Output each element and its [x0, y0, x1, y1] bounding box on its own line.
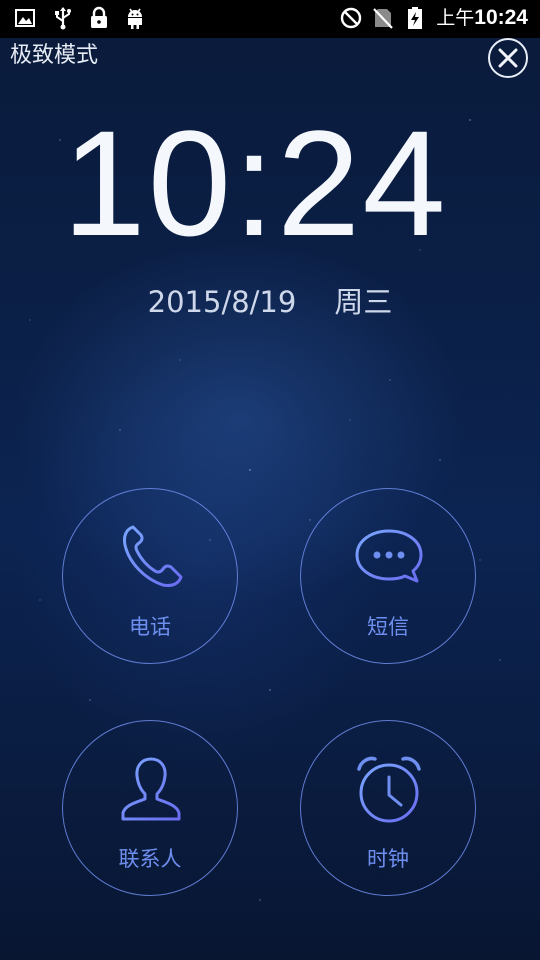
- mode-title: 极致模式: [10, 43, 99, 68]
- battery-charging-icon: [408, 7, 422, 29]
- contacts-app-label: 联系人: [118, 847, 182, 871]
- gallery-icon: [15, 9, 35, 27]
- clock-app-label: 时钟: [367, 847, 409, 871]
- messages-app-button[interactable]: 短信: [300, 488, 476, 664]
- alarm-clock-icon: [357, 756, 421, 823]
- status-clock: 10:24: [474, 6, 528, 29]
- status-time: 上午10:24: [436, 4, 528, 32]
- phone-icon: [123, 525, 183, 587]
- no-disturb-icon: [340, 7, 362, 29]
- phone-app-label: 电话: [129, 615, 171, 639]
- status-ampm: 上午: [436, 7, 475, 29]
- clock-app-button[interactable]: 时钟: [300, 720, 476, 896]
- close-button[interactable]: [488, 38, 528, 78]
- close-icon: [498, 48, 518, 68]
- status-bar: 上午10:24: [0, 0, 540, 38]
- message-icon: [355, 529, 423, 583]
- weekday-text: 周三: [334, 285, 393, 319]
- android-icon: [128, 8, 142, 29]
- contacts-app-button[interactable]: 联系人: [62, 720, 238, 896]
- lockscreen-clock: 10:24: [62, 99, 448, 267]
- date-text: 2015/8/19: [147, 285, 297, 319]
- no-sim-icon: [373, 8, 393, 29]
- lock-icon: [91, 6, 107, 28]
- messages-app-label: 短信: [367, 615, 409, 639]
- contact-icon: [121, 757, 181, 821]
- date-line: 2015/8/19 周三: [0, 282, 540, 322]
- phone-app-button[interactable]: 电话: [62, 488, 238, 664]
- usb-icon: [55, 7, 71, 30]
